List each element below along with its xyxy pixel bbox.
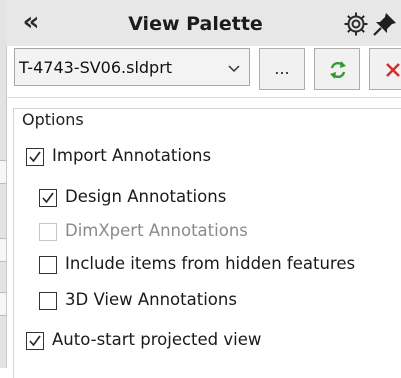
design-annotations-label: Design Annotations <box>65 187 227 206</box>
splitter-notch <box>0 160 6 184</box>
hidden-features-checkbox[interactable] <box>39 256 57 274</box>
panel-title: View Palette <box>128 13 263 35</box>
collapse-button[interactable]: « <box>18 9 44 36</box>
hidden-features-label: Include items from hidden features <box>65 254 356 273</box>
3d-view-annotations-label: 3D View Annotations <box>65 290 237 309</box>
import-annotations-label: Import Annotations <box>52 146 212 165</box>
3d-view-annotations-checkbox[interactable] <box>39 292 57 310</box>
import-annotations-checkbox[interactable] <box>26 148 44 166</box>
file-select-dropdown[interactable]: T-4743-SV06.sldprt <box>14 48 250 86</box>
browse-button-label: ... <box>274 59 290 78</box>
pushpin-icon[interactable] <box>372 11 398 37</box>
clear-button[interactable] <box>369 48 401 90</box>
left-edge-strip <box>0 0 7 368</box>
chevron-down-icon <box>227 61 241 75</box>
refresh-icon <box>330 61 346 79</box>
options-legend: Options <box>22 110 88 129</box>
panel-header: « View Palette <box>6 0 401 46</box>
toolbar-divider <box>6 97 401 98</box>
dimxpert-annotations-checkbox <box>39 223 57 241</box>
auto-start-projected-view-label: Auto-start projected view <box>52 330 262 349</box>
gear-icon[interactable] <box>343 11 369 37</box>
splitter-notch <box>0 292 6 316</box>
dimxpert-annotations-label: DimXpert Annotations <box>65 221 248 240</box>
design-annotations-checkbox[interactable] <box>39 189 57 207</box>
splitter-notch <box>0 238 6 262</box>
close-icon <box>386 63 400 77</box>
file-select-value: T-4743-SV06.sldprt <box>19 58 173 77</box>
browse-button[interactable]: ... <box>259 48 305 90</box>
refresh-button[interactable] <box>314 48 360 90</box>
auto-start-projected-view-checkbox[interactable] <box>26 332 44 350</box>
